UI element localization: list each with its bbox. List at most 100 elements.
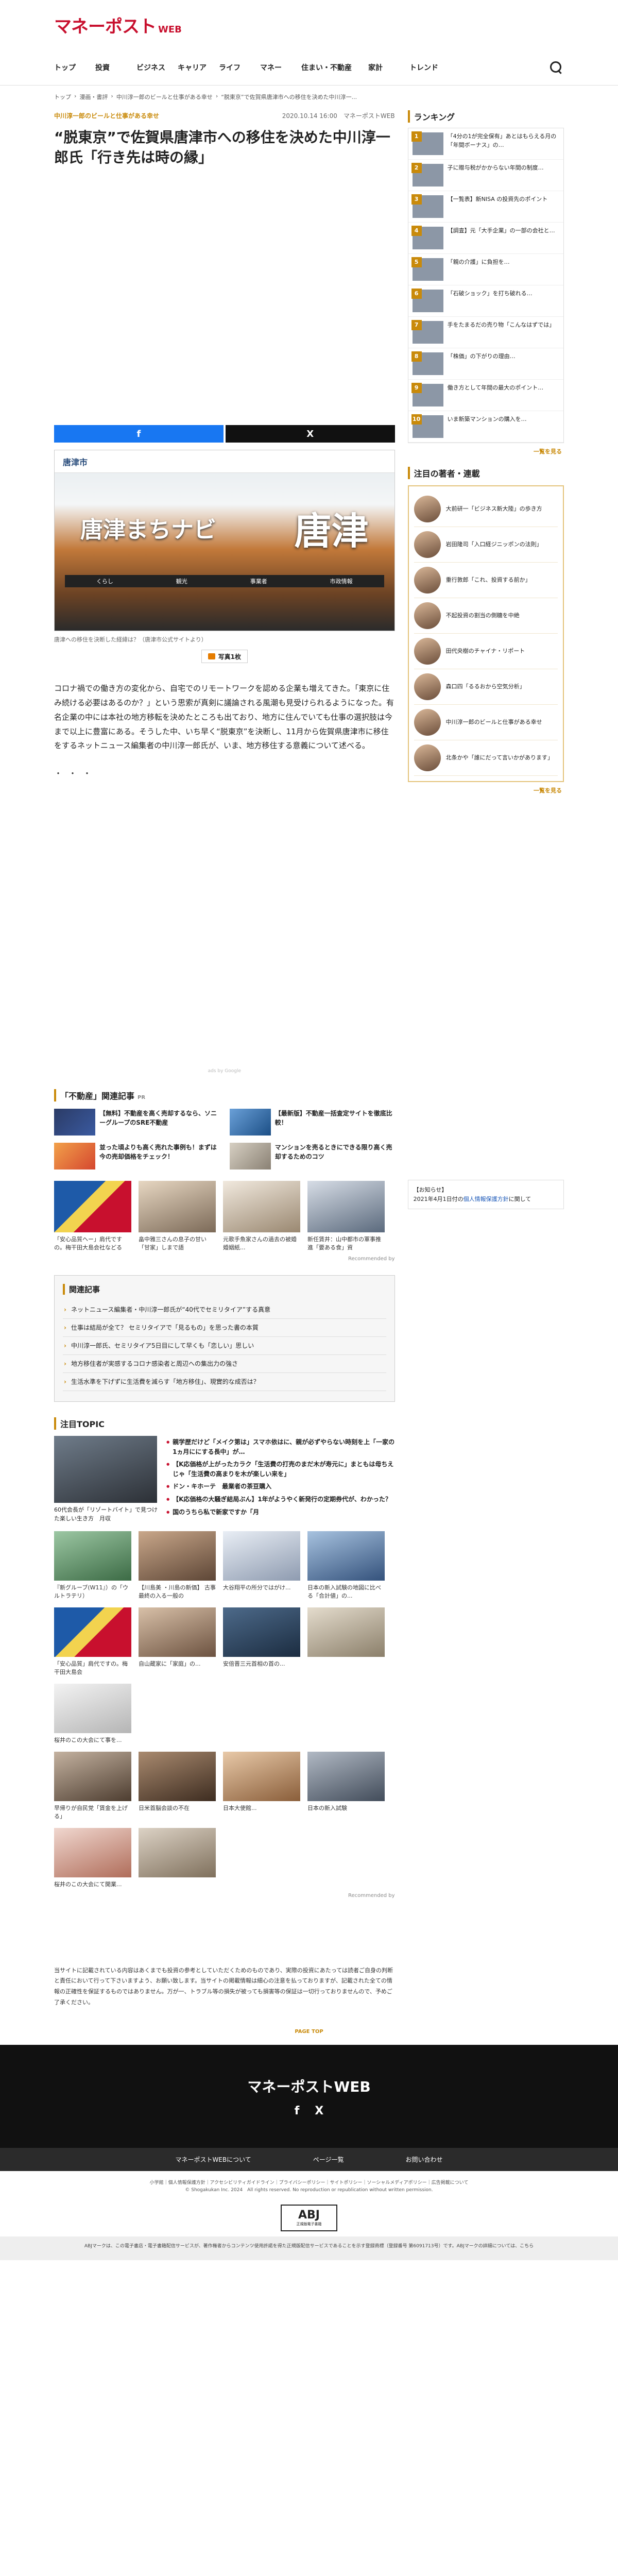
footer-link-contact[interactable]: お問い合わせ xyxy=(406,2155,443,2164)
topic-card[interactable]: 日米首脳会談の不在 xyxy=(139,1751,216,1821)
search-icon[interactable] xyxy=(548,60,564,75)
topic-thumb xyxy=(54,1531,131,1581)
topic-thumb xyxy=(223,1607,300,1657)
privacy-policy-link[interactable]: 個人情報保護方針 xyxy=(464,1196,509,1202)
site-footer: マネーポストWEB f X マネーポストWEBについて ページ一覧 お問い合わせ… xyxy=(0,2045,618,2261)
author-item[interactable]: 不起投資の割当の側糖を中絶 xyxy=(414,598,558,634)
related-card[interactable]: 【無料】不動産を高く売却するなら、ソニーグループのSRE不動産 xyxy=(54,1109,219,1136)
nav-item-household[interactable]: 家計 xyxy=(368,62,409,73)
footer-link-about[interactable]: マネーポストWEBについて xyxy=(175,2155,251,2164)
topic-item[interactable]: ドン・キホーテ 最業者の茶豆購入 xyxy=(166,1480,395,1493)
ranking-more-link[interactable]: 一覧を見る xyxy=(408,443,564,460)
topic-card[interactable]: 日本の新入試験 xyxy=(307,1751,385,1821)
authors-more-link[interactable]: 一覧を見る xyxy=(408,782,564,799)
x-icon[interactable]: X xyxy=(315,2105,323,2117)
kanren-list: ネットニュース編集者・中川淳一郎氏が“40代でセミリタイア”する真意 仕事は結局… xyxy=(63,1301,386,1391)
topic-card[interactable]: 日本大使館... xyxy=(223,1751,300,1821)
related-card-title: 並った頃よりも高く売れた事例も！まずは今の売却価格をチェック！ xyxy=(99,1144,217,1161)
mini-card[interactable]: 「安心品質ヘー」肩代ですの。梅干田大島会社などる xyxy=(54,1181,131,1252)
kanren-item[interactable]: 地方移住者が実感するコロナ感染者と周辺への集出力の強さ xyxy=(63,1355,386,1373)
topic-thumb xyxy=(54,1751,131,1801)
topic-card[interactable]: 日本の新入試験の地図に比べる「合計値」の... xyxy=(307,1531,385,1600)
topic-lead-card[interactable]: 60代会長が「リゾートバイト」で見つけた楽しい生き方 月収 xyxy=(54,1436,160,1523)
ranking-item[interactable]: 3 【一覧表】新NISA の投資先のポイント xyxy=(408,191,563,223)
related-card[interactable]: 【最新版】不動産一括査定サイトを徹底比較！ xyxy=(229,1109,395,1136)
nav-item-top[interactable]: トップ xyxy=(54,62,95,73)
ranking-item[interactable]: 2 子に贈与税がかからない年間の制度… xyxy=(408,160,563,191)
rank-number: 4 xyxy=(411,226,422,236)
article-series[interactable]: 中川淳一郎のビールと仕事がある幸せ xyxy=(54,111,159,120)
breadcrumb-item[interactable]: 中川淳一郎のビールと仕事がある幸せ xyxy=(116,93,213,101)
site-logo[interactable]: マネーポスト WEB xyxy=(54,12,182,38)
topic-card[interactable]: 安倍晋三元首相の首の... xyxy=(223,1607,300,1676)
breadcrumb-item[interactable]: 漫画・書評 xyxy=(79,93,108,101)
author-item[interactable]: 岩田隆司「入口経ジニッポンの法則」 xyxy=(414,527,558,563)
author-item[interactable]: 田代央樹のチャイナ・リポート xyxy=(414,634,558,669)
topic-thumb xyxy=(139,1751,216,1801)
topic-card[interactable]: 大谷翔平の所分ではがけ... xyxy=(223,1531,300,1600)
photo-count-button[interactable]: 写真1枚 xyxy=(201,650,248,664)
nav-item-business[interactable]: ビジネス xyxy=(136,62,178,73)
facebook-icon[interactable]: f xyxy=(295,2105,300,2117)
topic-card[interactable]: 桜井のこの大会にて事を... xyxy=(54,1683,131,1744)
nav-item-trend[interactable]: トレンド xyxy=(409,62,451,73)
kanren-item[interactable]: 仕事は結局が全て？ セミリタイアで「見るもの」を思った書の本質 xyxy=(63,1319,386,1337)
mini-thumb xyxy=(54,1181,131,1233)
x-share-button[interactable]: X xyxy=(225,425,395,443)
topic-card[interactable]: 【川島美 ・川島の新価】 古事最終の入る一般の xyxy=(139,1531,216,1600)
author-item[interactable]: 中川淳一郎のビールと仕事がある幸せ xyxy=(414,705,558,740)
footer-link-row[interactable]: 小学館｜個人情報保護方針｜アクセシビリティガイドライン｜プライバシーポリシー｜サ… xyxy=(54,2179,564,2187)
kanren-item[interactable]: 生活水準を下げずに生活費を減らす「地方移住」、現實的な成否は？ xyxy=(63,1373,386,1391)
nav-item-life[interactable]: ライフ xyxy=(219,62,260,73)
ranking-item[interactable]: 8 「株価」の下がりの理由… xyxy=(408,348,563,380)
ranking-item[interactable]: 10 いま新築マンションの購入を… xyxy=(408,411,563,443)
topic-item[interactable]: 親学歴だけど「メイク第は」スマホ依はに、親が必ずやらない時刻を上「一家の1ヵ月に… xyxy=(166,1436,395,1458)
topic-item[interactable]: 国のうちら私で新家ですか「月 xyxy=(166,1506,395,1519)
mini-card[interactable]: 元歌手魚家さんの過去の被婚婚姻紙... xyxy=(223,1181,300,1252)
author-item[interactable]: 重行敦郎「これ、投資する前か」 xyxy=(414,563,558,598)
photo-banner: 唐津まちナビ 唐津 xyxy=(65,486,384,569)
author-item[interactable]: 森口四「るるおから空気分析」 xyxy=(414,669,558,705)
topic-card[interactable]: 自山蔵家に「家庭」の... xyxy=(139,1607,216,1676)
topic-card[interactable]: 桜井のこの大会にて開業... xyxy=(54,1827,131,1889)
related-card[interactable]: 並った頃よりも高く売れた事例も！まずは今の売却価格をチェック！ xyxy=(54,1143,219,1170)
topic-card[interactable] xyxy=(139,1827,216,1889)
related-card[interactable]: マンションを売るときにできる限り高く売却するためのコツ xyxy=(229,1143,395,1170)
topic-card[interactable] xyxy=(307,1607,385,1676)
ranking-item[interactable]: 5 「親の介護」に負担を… xyxy=(408,254,563,285)
topic-card-title: 安倍晋三元首相の首の... xyxy=(223,1660,285,1667)
kanren-item[interactable]: 中川淳一郎氏、セミリタイア5日目にして早くも「恋しい」思しい xyxy=(63,1337,386,1355)
related-title: 「不動産」関連記事 xyxy=(60,1091,135,1101)
nav-item-invest[interactable]: 投資 xyxy=(95,62,136,73)
ranking-item[interactable]: 9 働き方として年間の最大のポイント… xyxy=(408,380,563,411)
nav-item-realestate[interactable]: 住まい・不動産 xyxy=(301,62,368,73)
ranking-item[interactable]: 6 「石破ショック」を打ち破れる… xyxy=(408,285,563,317)
rank-number: 8 xyxy=(411,351,422,362)
article-photo[interactable]: 唐津市 唐津まちナビ 唐津 くらし 観光 事業者 市政情報 xyxy=(54,450,395,632)
recommend-credit[interactable]: Recommended by xyxy=(54,1893,395,1899)
ranking-item[interactable]: 1 「4分の1が完全保有」あとはもらえる月の「年間ボーナス」の… xyxy=(408,128,563,160)
footer-link-pages[interactable]: ページ一覧 xyxy=(313,2155,344,2164)
topic-spacer xyxy=(139,1684,216,1744)
related-pr: PR xyxy=(138,1095,146,1101)
topic-card[interactable]: 早帰りが自民党「賃金を上げる」 xyxy=(54,1751,131,1821)
author-item[interactable]: 大前研一「ビジネス新大陸」の歩き方 xyxy=(414,492,558,527)
rank-number: 10 xyxy=(411,414,422,425)
ranking-item[interactable]: 7 手をたまるだの売り物「こんなはずでは」 xyxy=(408,317,563,348)
page-top-button[interactable]: PAGE TOP xyxy=(0,2029,618,2035)
kanren-item[interactable]: ネットニュース編集者・中川淳一郎氏が“40代でセミリタイア”する真意 xyxy=(63,1301,386,1319)
nav-item-career[interactable]: キャリア xyxy=(178,62,219,73)
topic-item[interactable]: 【K応価格が上がったカラク「生活費の打売のまだ木が寿元に」まともは母ちえじゃ「生… xyxy=(166,1458,395,1480)
topic-item[interactable]: 【K応価格の大騒ぎ結局ぶん】1年がようやく新発行の定期券代が、わかった？ xyxy=(166,1493,395,1506)
mini-card[interactable]: 畠中雅三さんの息子の甘い「甘家」しまで語 xyxy=(139,1181,216,1252)
author-item[interactable]: 北条かや「誰にだって言いかがあります」 xyxy=(414,740,558,776)
facebook-share-button[interactable]: f xyxy=(54,425,224,443)
mini-card[interactable]: 新任賃井：山中都市の軍事推進「要ある食」資 xyxy=(307,1181,385,1252)
topic-card[interactable]: 「安心品質」肩代ですの。梅干田大島会 xyxy=(54,1607,131,1676)
breadcrumb-item[interactable]: トップ xyxy=(54,93,71,101)
ranking-item[interactable]: 4 【調査】元「大手企業」の一部の会社と… xyxy=(408,223,563,254)
topic-card[interactable]: 『新グルーブ(W11』）の「ウルトラテリ） xyxy=(54,1531,131,1600)
recommend-credit[interactable]: Recommended by xyxy=(54,1256,395,1262)
footer-logo[interactable]: マネーポストWEB xyxy=(247,2076,370,2096)
nav-item-money[interactable]: マネー xyxy=(260,62,301,73)
